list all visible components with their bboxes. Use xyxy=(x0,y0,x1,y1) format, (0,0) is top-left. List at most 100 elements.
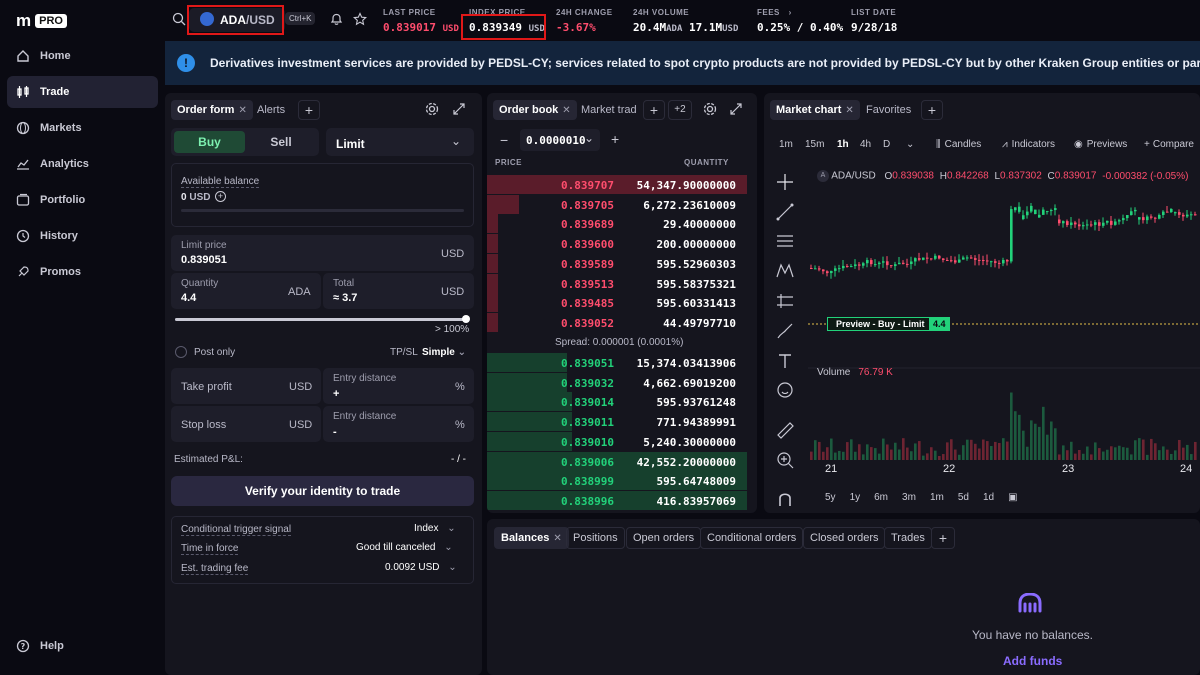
tab-conditional-orders[interactable]: Conditional orders xyxy=(700,527,804,549)
previews-button[interactable]: ◉ Previews xyxy=(1074,139,1127,150)
sidebar-item-analytics[interactable]: Analytics xyxy=(7,148,158,180)
bid-row[interactable]: 0.838999 595.64748009 xyxy=(487,471,757,491)
sidebar-item-history[interactable]: History xyxy=(7,220,158,252)
sidebar-item-promos[interactable]: Promos xyxy=(7,256,158,288)
more-tabs-button[interactable]: +2 xyxy=(668,100,692,120)
trading-fee-value[interactable]: 0.0092 USD ⌄ xyxy=(385,562,457,573)
brush-tool-icon[interactable] xyxy=(775,321,795,341)
add-tab-button[interactable]: + xyxy=(931,527,955,549)
range-5d[interactable]: 5d xyxy=(958,492,969,503)
time-in-force-select[interactable]: Good till canceled ⌄ xyxy=(356,542,453,553)
tpsl-mode-select[interactable]: Simple ⌄ xyxy=(422,347,466,358)
sidebar-item-portfolio[interactable]: Portfolio xyxy=(7,184,158,216)
post-only-checkbox[interactable] xyxy=(175,346,187,358)
add-funds-link[interactable]: Add funds xyxy=(1003,654,1062,668)
preview-order-label[interactable]: Preview - Buy - Limit xyxy=(827,317,934,331)
tab-order-form[interactable]: Order form ✕ xyxy=(171,100,253,120)
ask-row[interactable]: 0.839689 29.40000000 xyxy=(487,214,757,234)
sidebar-item-help[interactable]: ? Help xyxy=(7,630,158,662)
range-3m[interactable]: 3m xyxy=(902,492,916,503)
ask-row[interactable]: 0.839707 54,347.90000000 xyxy=(487,175,757,195)
bid-row[interactable]: 0.838996 416.83957069 xyxy=(487,490,757,511)
ask-row[interactable]: 0.839600 200.00000000 xyxy=(487,234,757,254)
bid-row[interactable]: 0.839011 771.94389991 xyxy=(487,412,757,432)
bid-row[interactable]: 0.839006 42,552.20000000 xyxy=(487,451,757,472)
amount-slider[interactable] xyxy=(175,318,468,321)
tab-closed-orders[interactable]: Closed orders xyxy=(803,527,886,549)
tab-favorites[interactable]: Favorites xyxy=(860,100,917,120)
increase-tick-button[interactable]: + xyxy=(611,131,619,147)
total-value[interactable]: ≈ 3.7 xyxy=(333,292,357,304)
projection-tool-icon[interactable] xyxy=(775,291,795,311)
tab-order-book[interactable]: Order book ✕ xyxy=(493,100,577,120)
bid-row[interactable]: 0.839051 15,374.03413906 xyxy=(487,353,757,373)
bell-icon[interactable] xyxy=(330,12,343,29)
tab-balances[interactable]: Balances ✕ xyxy=(494,527,569,549)
sidebar-item-home[interactable]: Home xyxy=(7,40,158,72)
kraken-pro-logo[interactable]: m PRO xyxy=(16,11,67,31)
ask-row[interactable]: 0.839513 595.58375321 xyxy=(487,273,757,294)
amount-slider-handle[interactable] xyxy=(462,315,470,323)
zoom-in-icon[interactable] xyxy=(775,450,795,470)
range-5y[interactable]: 5y xyxy=(825,492,836,503)
bid-row[interactable]: 0.839032 4,662.69019200 xyxy=(487,372,757,393)
add-funds-icon[interactable]: + xyxy=(215,191,226,202)
add-tab-button[interactable]: + xyxy=(643,100,665,120)
sidebar-item-trade[interactable]: Trade xyxy=(7,76,158,108)
interval-1h[interactable]: 1h xyxy=(837,139,849,150)
trend-line-tool-icon[interactable] xyxy=(775,202,795,222)
buy-button[interactable]: Buy xyxy=(174,131,245,153)
emoji-tool-icon[interactable] xyxy=(775,380,795,400)
range-1d[interactable]: 1d xyxy=(983,492,994,503)
add-tab-button[interactable]: + xyxy=(921,100,943,120)
interval-15m[interactable]: 15m xyxy=(805,139,824,150)
indicators-button[interactable]: ⩘ Indicators xyxy=(1002,139,1055,150)
expand-icon[interactable] xyxy=(451,101,467,117)
ask-row[interactable]: 0.839052 44.49797710 xyxy=(487,312,757,333)
tab-trades[interactable]: Trades xyxy=(884,527,932,549)
candles-style-button[interactable]: ⫼ Candles xyxy=(936,139,981,150)
expand-icon[interactable] xyxy=(728,101,744,117)
range-6m[interactable]: 6m xyxy=(874,492,888,503)
verify-identity-button[interactable]: Verify your identity to trade xyxy=(171,476,474,506)
tab-open-orders[interactable]: Open orders xyxy=(626,527,702,549)
range-1y[interactable]: 1y xyxy=(850,492,861,503)
ask-row[interactable]: 0.839589 595.52960303 xyxy=(487,253,757,274)
decrease-tick-button[interactable]: − xyxy=(500,132,508,148)
take-profit-distance-value[interactable]: + xyxy=(333,388,339,400)
magnet-tool-icon[interactable] xyxy=(775,489,795,509)
sell-button[interactable]: Sell xyxy=(245,131,317,153)
ruler-tool-icon[interactable] xyxy=(775,420,795,440)
tab-market-chart[interactable]: Market chart ✕ xyxy=(770,100,860,120)
pattern-tool-icon[interactable] xyxy=(775,261,795,281)
calendar-icon[interactable]: ▣ xyxy=(1008,492,1017,503)
bid-row[interactable]: 0.839010 5,240.30000000 xyxy=(487,431,757,452)
interval-4h[interactable]: 4h xyxy=(860,139,871,150)
range-1m[interactable]: 1m xyxy=(930,492,944,503)
tab-market-trades[interactable]: Market trad xyxy=(575,100,643,120)
gear-icon[interactable] xyxy=(424,101,440,117)
bid-row[interactable]: 0.839014 595.93761248 xyxy=(487,392,757,412)
sidebar-item-markets[interactable]: Markets xyxy=(7,112,158,144)
stat-fees[interactable]: FEES › 0.25% / 0.40% xyxy=(757,8,843,34)
search-icon[interactable] xyxy=(172,12,186,29)
interval-1m[interactable]: 1m xyxy=(779,139,793,150)
bid-quantity: 771.94389991 xyxy=(656,416,736,430)
stop-loss-distance-value[interactable]: - xyxy=(333,426,337,438)
star-icon[interactable] xyxy=(353,12,367,29)
ask-row[interactable]: 0.839485 595.60331413 xyxy=(487,293,757,313)
tab-positions[interactable]: Positions xyxy=(566,527,625,549)
add-tab-button[interactable]: + xyxy=(298,100,320,120)
trigger-signal-select[interactable]: Index ⌄ xyxy=(414,523,456,534)
chevron-down-icon[interactable]: ⌄ xyxy=(906,139,914,150)
fib-tool-icon[interactable] xyxy=(775,231,795,251)
compare-button[interactable]: + Compare xyxy=(1144,139,1194,150)
tab-alerts[interactable]: Alerts xyxy=(251,100,291,120)
quantity-value[interactable]: 4.4 xyxy=(181,292,196,304)
gear-icon[interactable] xyxy=(702,101,718,117)
ask-row[interactable]: 0.839705 6,272.23610009 xyxy=(487,194,757,215)
interval-d[interactable]: D xyxy=(883,139,890,150)
limit-price-value[interactable]: 0.839051 xyxy=(181,254,227,266)
text-tool-icon[interactable] xyxy=(775,351,795,371)
crosshair-tool-icon[interactable] xyxy=(775,172,795,192)
